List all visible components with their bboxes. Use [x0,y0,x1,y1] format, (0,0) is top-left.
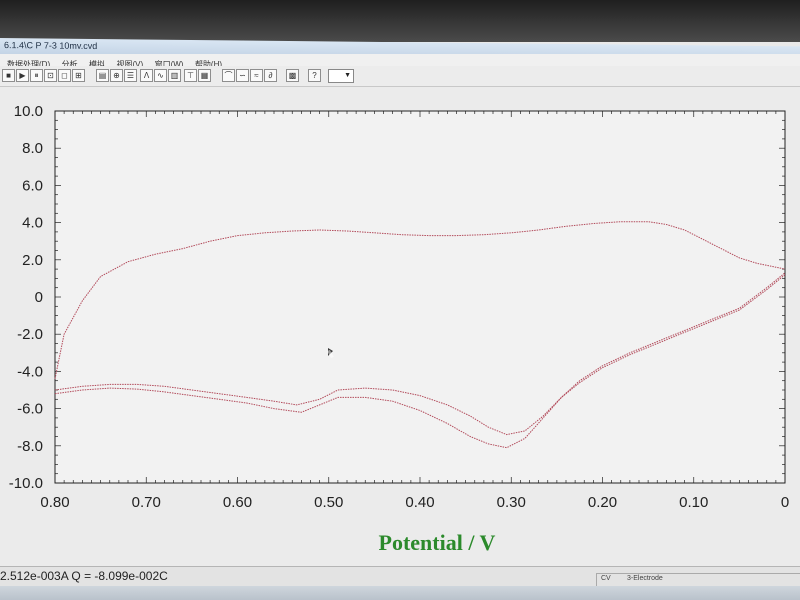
y-tick-label: 4.0 [22,215,43,232]
stop-icon[interactable]: ■ [2,69,15,82]
help-icon[interactable]: ? [308,69,321,82]
y-tick-label: -10.0 [9,475,43,492]
monitor-bezel [0,0,800,42]
status-readout: 2.512e-003A Q = -8.099e-002C [0,569,168,583]
fit-icon[interactable]: ≈ [250,69,263,82]
settings-icon[interactable]: ☰ [124,69,137,82]
y-tick-label: 2.0 [22,252,43,269]
play-icon[interactable]: ▶ [16,69,29,82]
y-tick-label: -8.0 [17,438,43,455]
toolbar-combo[interactable]: ▼ [328,69,354,83]
zoom-icon[interactable]: ⊕ [110,69,123,82]
mouse-cursor-icon [328,348,333,356]
baseline-icon[interactable]: ⌒ [222,69,235,82]
color-bars-icon[interactable]: ▥ [168,69,181,82]
derivative-icon[interactable]: ∂ [264,69,277,82]
y-tick-label: 10.0 [14,103,43,120]
y-tick-label: 8.0 [22,140,43,157]
x-tick-label: 0.50 [314,494,343,511]
x-tick-label: 0.80 [40,494,69,511]
x-axis-label: Potential / V [379,530,496,555]
step-icon[interactable]: ⊡ [44,69,57,82]
graph-icon[interactable]: ⊞ [72,69,85,82]
y-tick-label: -2.0 [17,326,43,343]
x-tick-label: 0.30 [497,494,526,511]
x-tick-label: 0 [781,494,789,511]
y-tick-label: 0 [35,289,43,306]
window-title: 6.1.4\C P 7-3 10mv.cvd [4,40,98,52]
filter-icon[interactable]: ⊤ [184,69,197,82]
status-electrode: 3-Electrode [627,575,663,582]
y-tick-label: -4.0 [17,363,43,380]
report-icon[interactable]: ▦ [198,69,211,82]
taskbar [0,586,800,600]
x-tick-label: 0.40 [405,494,434,511]
status-mode-panel: CV 3-Electrode [596,573,800,586]
table-icon[interactable]: ▩ [286,69,299,82]
x-tick-label: 0.20 [588,494,617,511]
toolbar: ■ ▶ ⏸ ⊡ ◻ ⊞ ▤ ⊕ ☰ Λ ∿ ▥ ⊤ ▦ ⌒ ∽ ≈ ∂ ▩ ? … [0,66,800,87]
peak-icon[interactable]: Λ [140,69,153,82]
y-tick-label: 6.0 [22,177,43,194]
x-tick-label: 0.60 [223,494,252,511]
smooth-icon[interactable]: ∿ [154,69,167,82]
record-icon[interactable]: ◻ [58,69,71,82]
x-tick-label: 0.10 [679,494,708,511]
pause-icon[interactable]: ⏸ [30,69,43,82]
plot-area[interactable]: 0.80 0.70 0.60 0.50 0.40 0.30 0.20 0.10 0 10.0 8.0… [0,87,800,567]
print-icon[interactable]: ▤ [96,69,109,82]
cv-chart: 0.80 0.70 0.60 0.50 0.40 0.30 0.20 0.10 0 10.0 8.0… [9,103,789,555]
wave-icon[interactable]: ∽ [236,69,249,82]
y-tick-label: -6.0 [17,401,43,418]
plot-frame [54,110,786,484]
status-technique: CV [601,575,611,582]
chevron-down-icon: ▼ [344,72,351,79]
screen: 6.1.4\C P 7-3 10mv.cvd 数据处理(D) 分析 模拟 视图(… [0,0,800,600]
x-tick-label: 0.70 [132,494,161,511]
